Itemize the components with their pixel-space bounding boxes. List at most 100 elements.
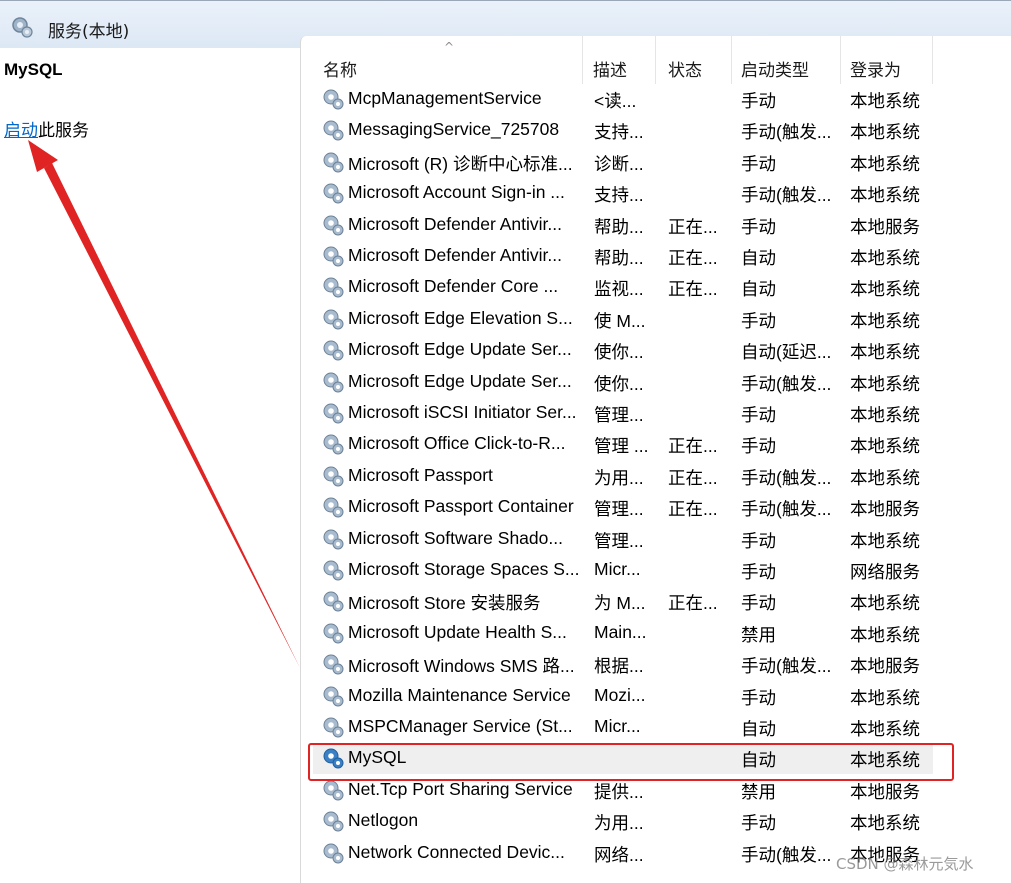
service-row[interactable]: Mozilla Maintenance Service Mozi... 手动 本… (301, 681, 1011, 712)
service-gear-icon (323, 811, 344, 832)
services-list-pane: ^ 名称 描述 状态 启动类型 登录为 McpManagementService… (300, 36, 1011, 883)
service-description-cell: 管理 ... (594, 436, 649, 457)
service-gear-icon (323, 748, 344, 769)
service-name-cell: Microsoft Account Sign-in ... (348, 182, 565, 203)
service-gear-icon (323, 183, 344, 204)
service-row[interactable]: Microsoft Edge Update Ser... 使你... 自动(延迟… (301, 335, 1011, 366)
service-row[interactable]: Microsoft Defender Antivir... 帮助... 正在..… (301, 241, 1011, 272)
service-row[interactable]: Microsoft Software Shado... 管理... 手动 本地系… (301, 524, 1011, 555)
service-name-cell: Microsoft Windows SMS 路... (348, 656, 575, 677)
service-startup-type-cell: 手动(触发... (741, 373, 832, 394)
service-status-cell: 正在... (668, 279, 718, 300)
service-row[interactable]: Microsoft Update Health S... Main... 禁用 … (301, 618, 1011, 649)
service-gear-icon (323, 529, 344, 550)
service-description-cell: 使 M... (594, 310, 646, 331)
service-description-cell: 使你... (594, 342, 644, 363)
service-description-cell: 管理... (594, 530, 644, 551)
service-name-cell: Microsoft Passport (348, 464, 493, 485)
service-row[interactable]: Microsoft Defender Antivir... 帮助... 正在..… (301, 210, 1011, 241)
service-startup-type-cell: 手动 (741, 153, 776, 174)
service-description-cell: 管理... (594, 405, 644, 425)
service-gear-icon (323, 623, 344, 644)
service-row[interactable]: Microsoft Defender Core ... 监视... 正在... … (301, 272, 1011, 303)
service-startup-type-cell: 自动 (741, 248, 776, 268)
service-row[interactable]: Microsoft Office Click-to-R... 管理 ... 正在… (301, 429, 1011, 460)
service-logon-cell: 本地服务 (850, 216, 920, 237)
column-header-status[interactable]: 状态 (656, 36, 732, 84)
service-row[interactable]: Microsoft Store 安装服务 为 M... 正在... 手动 本地系… (301, 586, 1011, 617)
service-description-cell: Micr... (594, 559, 641, 579)
service-description-cell: Mozi... (594, 684, 646, 705)
service-name-cell: McpManagementService (348, 88, 542, 108)
service-logon-cell: 本地系统 (850, 750, 920, 771)
service-logon-cell: 本地系统 (850, 624, 920, 645)
service-gear-icon (323, 246, 344, 267)
service-name-cell: MSPCManager Service (St... (348, 716, 573, 736)
start-service-link[interactable]: 启动 (4, 121, 38, 141)
service-row[interactable]: Netlogon 为用... 手动 本地系统 (301, 806, 1011, 837)
column-header-name[interactable]: 名称 (301, 36, 583, 84)
service-status-cell: 正在... (668, 248, 718, 268)
service-name-cell: Microsoft Office Click-to-R... (348, 433, 566, 454)
column-header-startup-type[interactable]: 启动类型 (732, 36, 841, 84)
service-name-cell: Microsoft Edge Elevation S... (348, 307, 573, 328)
service-logon-cell: 本地服务 (850, 781, 920, 802)
service-row[interactable]: Microsoft Edge Elevation S... 使 M... 手动 … (301, 304, 1011, 335)
service-status-cell: 正在... (668, 436, 718, 457)
service-name-cell: Microsoft Update Health S... (348, 621, 567, 642)
service-startup-type-cell: 自动 (741, 750, 776, 771)
service-logon-cell: 本地系统 (850, 530, 920, 551)
service-row[interactable]: MessagingService_725708 支持... 手动(触发... 本… (301, 115, 1011, 146)
service-row[interactable]: Microsoft Windows SMS 路... 根据... 手动(触发..… (301, 649, 1011, 680)
service-row[interactable]: MySQL 自动 本地系统 (301, 743, 1011, 775)
service-row[interactable]: MSPCManager Service (St... Micr... 自动 本地… (301, 712, 1011, 743)
service-startup-type-cell: 手动 (741, 405, 776, 425)
watermark: CSDN @森林元気水 (836, 855, 974, 873)
service-startup-type-cell: 手动 (741, 593, 776, 614)
service-row[interactable]: Microsoft (R) 诊断中心标准... 诊断... 手动 本地系统 (301, 147, 1011, 178)
service-row[interactable]: McpManagementService <读... 手动 本地系统 (301, 84, 1011, 115)
service-row[interactable]: Microsoft Storage Spaces S... Micr... 手动… (301, 555, 1011, 586)
service-row[interactable]: Microsoft Edge Update Ser... 使你... 手动(触发… (301, 367, 1011, 398)
service-startup-type-cell: 手动 (741, 91, 776, 111)
service-description-cell: 管理... (594, 499, 644, 520)
service-row[interactable]: Microsoft iSCSI Initiator Ser... 管理... 手… (301, 398, 1011, 429)
service-startup-type-cell: 手动 (741, 562, 776, 582)
service-description-cell: Main... (594, 621, 647, 642)
service-row[interactable]: Net.Tcp Port Sharing Service 提供... 禁用 本地… (301, 775, 1011, 806)
column-header-log-on-as[interactable]: 登录为 (841, 36, 933, 84)
service-startup-type-cell: 手动 (741, 687, 776, 708)
service-startup-type-cell: 手动(触发... (741, 185, 832, 206)
service-description-cell: <读... (594, 91, 637, 111)
service-logon-cell: 本地系统 (850, 185, 920, 206)
service-gear-icon (323, 309, 344, 330)
service-logon-cell: 本地系统 (850, 342, 920, 363)
service-logon-cell: 本地服务 (850, 499, 920, 520)
service-gear-icon (323, 277, 344, 298)
service-row[interactable]: Microsoft Passport 为用... 正在... 手动(触发... … (301, 461, 1011, 492)
service-name-cell: MySQL (348, 747, 407, 768)
service-gear-icon (323, 89, 344, 110)
service-startup-type-cell: 手动 (741, 310, 776, 331)
service-gear-icon (323, 780, 344, 801)
service-gear-icon (323, 497, 344, 518)
service-logon-cell: 本地系统 (850, 593, 920, 614)
service-gear-icon (323, 843, 344, 864)
service-name-cell: Microsoft Software Shado... (348, 527, 563, 548)
service-startup-type-cell: 手动 (741, 436, 776, 457)
service-logon-cell: 本地系统 (850, 813, 920, 834)
service-name-cell: Microsoft Edge Update Ser... (348, 339, 572, 360)
service-name-cell: Microsoft Store 安装服务 (348, 593, 541, 614)
service-gear-icon (323, 215, 344, 236)
service-startup-type-cell: 手动(触发... (741, 122, 832, 143)
service-logon-cell: 本地系统 (850, 91, 920, 111)
service-description-cell: 为用... (594, 813, 644, 834)
service-name-cell: Net.Tcp Port Sharing Service (348, 778, 573, 799)
service-startup-type-cell: 手动 (741, 813, 776, 834)
service-description-cell: 帮助... (594, 248, 644, 268)
column-header-description[interactable]: 描述 (583, 36, 656, 84)
service-row[interactable]: Microsoft Passport Container 管理... 正在...… (301, 492, 1011, 523)
service-row[interactable]: Microsoft Account Sign-in ... 支持... 手动(触… (301, 178, 1011, 209)
service-description-cell: Micr... (594, 716, 641, 736)
service-status-cell: 正在... (668, 216, 718, 237)
